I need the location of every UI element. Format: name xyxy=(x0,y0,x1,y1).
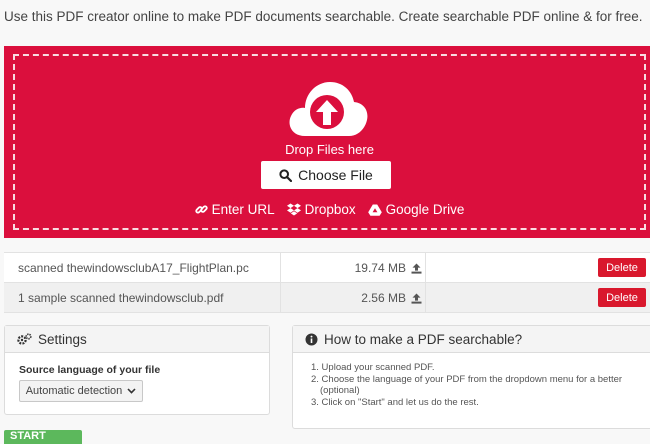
chevron-down-icon xyxy=(127,388,136,394)
file-size-value: 19.74 MB xyxy=(354,261,406,275)
settings-panel: Settings Source language of your file Au… xyxy=(4,325,270,415)
file-list: scanned thewindowsclubA17_FlightPlan.pc … xyxy=(4,252,650,313)
enter-url-label: Enter URL xyxy=(211,202,275,217)
table-row: 1 sample scanned thewindowsclub.pdf 2.56… xyxy=(4,283,650,313)
dropbox-link[interactable]: Dropbox xyxy=(286,202,356,217)
file-size: 19.74 MB xyxy=(355,261,422,275)
delete-button[interactable]: Delete xyxy=(598,288,646,307)
howto-steps: 1. Upload your scanned PDF. 2. Choose th… xyxy=(311,362,622,408)
settings-title: Settings xyxy=(38,331,87,347)
link-icon xyxy=(194,205,208,214)
column-divider xyxy=(425,283,426,312)
start-button[interactable]: START xyxy=(4,430,82,444)
intro-text: Use this PDF creator online to make PDF … xyxy=(4,9,643,24)
choose-file-label: Choose File xyxy=(298,167,373,183)
upload-icon xyxy=(411,293,422,304)
upload-sources: Enter URL Dropbox Google Drive xyxy=(15,202,644,217)
howto-step: 3. Click on "Start" and let us do the re… xyxy=(311,396,479,408)
howto-header: How to make a PDF searchable? xyxy=(293,326,650,353)
column-divider xyxy=(425,253,426,282)
dropzone-dashed-border: Drop Files here Choose File Enter URL Dr… xyxy=(13,54,646,230)
gears-icon xyxy=(17,332,32,345)
howto-step: (optional) xyxy=(320,385,360,396)
google-drive-label: Google Drive xyxy=(385,202,465,217)
file-dropzone[interactable]: Drop Files here Choose File Enter URL Dr… xyxy=(4,46,650,238)
settings-header: Settings xyxy=(5,326,269,353)
dropbox-label: Dropbox xyxy=(304,202,356,217)
info-icon xyxy=(305,333,318,345)
column-divider xyxy=(280,253,281,282)
howto-panel: How to make a PDF searchable? 1. Upload … xyxy=(292,325,650,429)
cloud-upload-icon xyxy=(289,82,368,136)
file-size: 2.56 MB xyxy=(361,291,422,305)
source-language-label: Source language of your file xyxy=(19,364,161,376)
file-name: 1 sample scanned thewindowsclub.pdf xyxy=(18,291,224,305)
drop-files-label: Drop Files here xyxy=(285,142,374,157)
howto-title: How to make a PDF searchable? xyxy=(324,331,523,347)
file-name: scanned thewindowsclubA17_FlightPlan.pc xyxy=(18,261,249,275)
howto-step: 1. Upload your scanned PDF. xyxy=(311,362,435,373)
column-divider xyxy=(280,283,281,312)
dropbox-icon xyxy=(286,203,301,216)
choose-file-button[interactable]: Choose File xyxy=(261,161,391,189)
howto-step: 2. Choose the language of your PDF from … xyxy=(311,373,623,385)
source-language-value: Automatic detection xyxy=(25,385,123,397)
file-size-value: 2.56 MB xyxy=(361,291,406,305)
search-icon xyxy=(279,168,293,182)
enter-url-link[interactable]: Enter URL xyxy=(194,202,275,217)
delete-button[interactable]: Delete xyxy=(598,258,646,277)
source-language-select[interactable]: Automatic detection xyxy=(19,380,143,402)
google-drive-link[interactable]: Google Drive xyxy=(367,202,465,217)
google-drive-icon xyxy=(367,204,382,216)
upload-icon xyxy=(411,263,422,274)
table-row: scanned thewindowsclubA17_FlightPlan.pc … xyxy=(4,253,650,283)
